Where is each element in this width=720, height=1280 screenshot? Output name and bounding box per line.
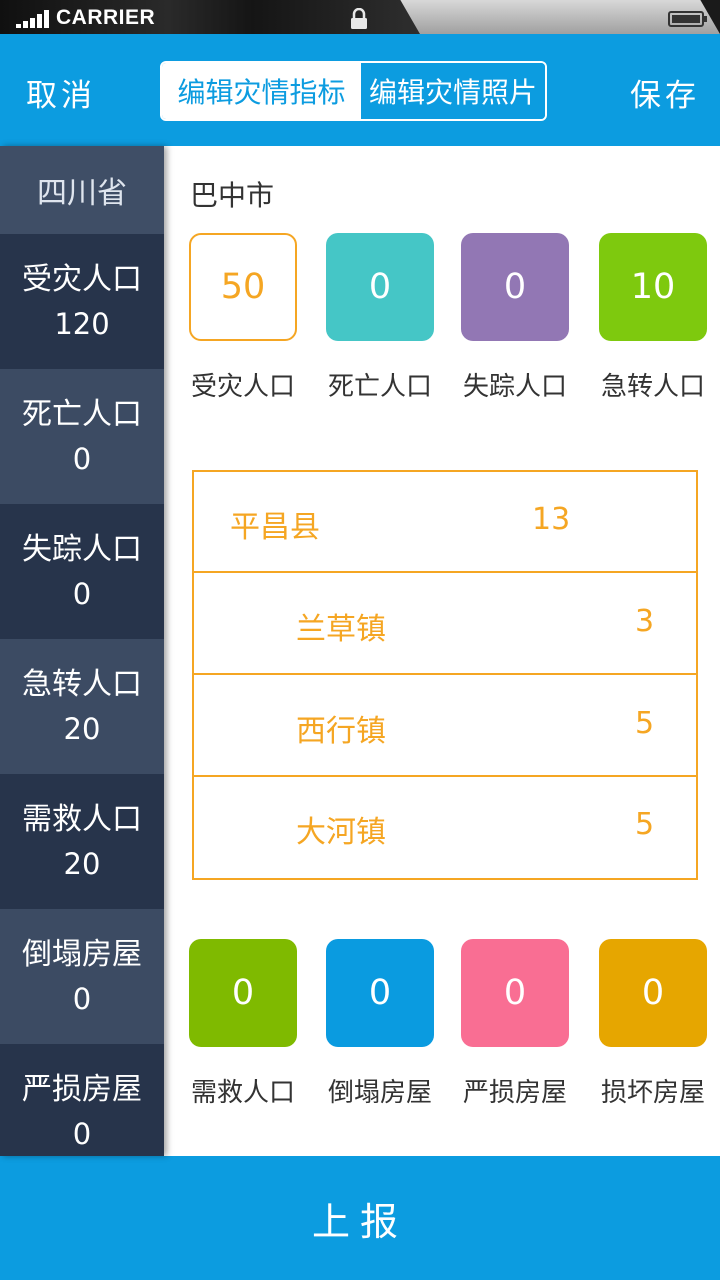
sidebar-item-value: 0: [72, 576, 92, 611]
table-row[interactable]: 西行镇 5: [194, 676, 696, 777]
region-table: 平昌县 13 兰草镇 3 西行镇 5 大河镇 5: [192, 470, 698, 880]
sidebar-item-label: 急转人口: [22, 666, 142, 702]
navigation-bar: 取消 编辑灾情指标 编辑灾情照片 保存: [0, 34, 720, 146]
tile-damaged-houses[interactable]: 0: [599, 939, 707, 1047]
town-value: 3: [635, 604, 655, 639]
sidebar: 四川省 受灾人口 120 死亡人口 0 失踪人口 0 急转人口 20 需救人口 …: [0, 146, 164, 1156]
town-value: 5: [635, 706, 655, 741]
tile-collapsed-houses[interactable]: 0: [326, 939, 434, 1047]
sidebar-item-value: 0: [72, 1116, 92, 1151]
town-name: 大河镇: [296, 815, 386, 850]
tile-missing[interactable]: 0: [461, 233, 569, 341]
status-bar: CARRIER: [0, 0, 720, 34]
carrier-name: CARRIER: [56, 6, 156, 29]
sidebar-item-value: 20: [63, 711, 101, 746]
edit-mode-segmented-control: 编辑灾情指标 编辑灾情照片: [160, 61, 547, 121]
sidebar-item-need-rescue[interactable]: 需救人口 20: [0, 774, 164, 909]
tile-label: 急转人口: [600, 372, 705, 402]
sidebar-item-collapsed-houses[interactable]: 倒塌房屋 0: [0, 909, 164, 1044]
sidebar-item-value: 120: [54, 306, 110, 341]
sidebar-province-header[interactable]: 四川省: [0, 146, 164, 234]
tile-label: 严损房屋: [462, 1078, 567, 1108]
table-row[interactable]: 大河镇 5: [194, 777, 696, 878]
sidebar-item-value: 0: [72, 441, 92, 476]
tile-deaths[interactable]: 0: [326, 233, 434, 341]
tile-label: 倒塌房屋: [327, 1078, 432, 1108]
sidebar-item-missing[interactable]: 失踪人口 0: [0, 504, 164, 639]
tile-label: 损坏房屋: [600, 1078, 705, 1108]
tile-evacuated[interactable]: 10: [599, 233, 707, 341]
sidebar-item-label: 受灾人口: [22, 261, 142, 297]
city-title: 巴中市: [190, 179, 275, 212]
sidebar-item-value: 20: [63, 846, 101, 881]
table-row[interactable]: 兰草镇 3: [194, 574, 696, 675]
county-value: 13: [532, 502, 571, 537]
battery-icon: [668, 11, 707, 27]
sidebar-item-label: 严损房屋: [22, 1071, 142, 1107]
cancel-button[interactable]: 取消: [26, 70, 96, 115]
tile-label: 需救人口: [190, 1078, 295, 1108]
sidebar-item-label: 倒塌房屋: [22, 936, 142, 972]
sidebar-item-value: 0: [72, 981, 92, 1016]
tile-label: 死亡人口: [327, 372, 432, 402]
tile-label: 失踪人口: [462, 372, 567, 402]
tile-affected-population[interactable]: 50: [189, 233, 297, 341]
sidebar-item-label: 死亡人口: [22, 396, 142, 432]
tile-need-rescue[interactable]: 0: [189, 939, 297, 1047]
save-button[interactable]: 保存: [630, 70, 700, 115]
table-row-county[interactable]: 平昌县 13: [194, 472, 696, 573]
town-name: 西行镇: [296, 714, 386, 749]
sidebar-item-affected-population[interactable]: 受灾人口 120: [0, 234, 164, 369]
sidebar-item-evacuated[interactable]: 急转人口 20: [0, 639, 164, 774]
sidebar-item-label: 需救人口: [22, 801, 142, 837]
tile-label: 受灾人口: [190, 372, 295, 402]
submit-button[interactable]: 上报: [0, 1156, 720, 1280]
tab-edit-photos[interactable]: 编辑灾情照片: [361, 63, 545, 119]
sidebar-item-severely-damaged-houses[interactable]: 严损房屋 0: [0, 1044, 164, 1156]
main-content: 巴中市 50 0 0 10 受灾人口 死亡人口 失踪人口 急转人口 平昌县 13…: [164, 146, 720, 1156]
town-value: 5: [635, 807, 655, 842]
sidebar-item-deaths[interactable]: 死亡人口 0: [0, 369, 164, 504]
town-name: 兰草镇: [296, 612, 386, 647]
sidebar-item-label: 失踪人口: [22, 531, 142, 567]
county-name: 平昌县: [230, 510, 320, 545]
signal-strength-icon: [16, 10, 50, 28]
lock-icon: [351, 8, 367, 29]
tab-edit-indicators[interactable]: 编辑灾情指标: [162, 63, 361, 119]
tile-severely-damaged-houses[interactable]: 0: [461, 939, 569, 1047]
